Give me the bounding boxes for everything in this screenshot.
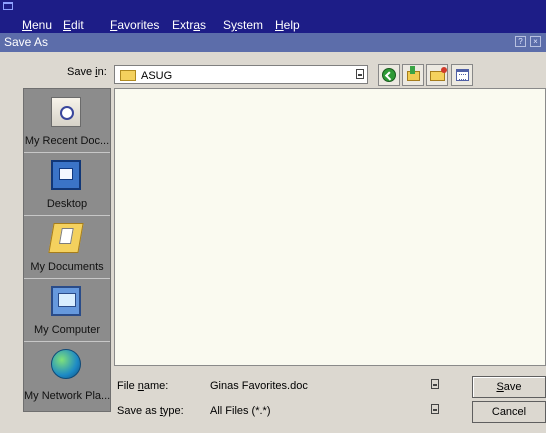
folder-icon	[120, 70, 136, 81]
place-my-computer[interactable]: My Computer	[24, 278, 110, 342]
save-in-dropdown[interactable]: ASUG	[114, 65, 368, 84]
menu-item-extras[interactable]: Extras	[172, 18, 206, 32]
help-icon[interactable]: ?	[515, 36, 526, 47]
recent-documents-icon	[51, 97, 81, 127]
network-places-icon	[51, 349, 81, 379]
my-documents-icon	[48, 223, 84, 253]
save-as-type-value: All Files (*.*)	[210, 405, 271, 417]
place-my-network-places[interactable]: My Network Pla...	[24, 341, 110, 411]
menu-item-help[interactable]: Help	[275, 18, 300, 32]
cancel-button[interactable]: Cancel	[472, 401, 546, 423]
place-label: My Network Pla...	[24, 390, 110, 402]
save-in-label: Save in:	[67, 66, 107, 78]
menu-bar: Menu Edit Favorites Extras System Help	[0, 0, 546, 33]
dropdown-arrow-icon[interactable]	[356, 69, 364, 79]
menu-item-favorites[interactable]: Favorites	[110, 18, 159, 32]
dropdown-arrow-icon[interactable]	[431, 404, 439, 414]
file-name-combo[interactable]: Ginas Favorites.doc	[205, 376, 445, 395]
save-in-value: ASUG	[141, 70, 173, 82]
new-folder-icon	[430, 67, 447, 81]
back-arrow-icon	[382, 68, 396, 82]
save-button[interactable]: Save	[472, 376, 546, 398]
place-label: My Computer	[33, 324, 101, 336]
place-label: My Documents	[30, 261, 104, 273]
menu-item-system[interactable]: System	[223, 18, 263, 32]
up-folder-icon	[407, 66, 420, 81]
view-menu-button[interactable]	[451, 64, 473, 86]
file-name-label: File name:	[117, 380, 169, 392]
place-label: Desktop	[46, 198, 88, 210]
place-my-documents[interactable]: My Documents	[24, 215, 110, 279]
system-menu-icon[interactable]	[3, 2, 13, 10]
file-list-area[interactable]	[114, 88, 546, 366]
view-menu-icon	[456, 69, 469, 81]
up-one-level-button[interactable]	[402, 64, 424, 86]
save-as-type-label: Save as type:	[117, 405, 184, 417]
dialog-title-bar: Save As ? ×	[0, 33, 546, 52]
place-label: My Recent Doc...	[24, 135, 110, 147]
save-as-type-dropdown[interactable]: All Files (*.*)	[205, 401, 445, 420]
desktop-icon	[51, 160, 81, 190]
place-my-recent-documents[interactable]: My Recent Doc...	[24, 89, 110, 153]
my-computer-icon	[51, 286, 81, 316]
place-desktop[interactable]: Desktop	[24, 152, 110, 216]
menu-item-edit[interactable]: Edit	[63, 18, 84, 32]
places-bar: My Recent Doc... Desktop My Documents My…	[23, 88, 111, 412]
close-icon[interactable]: ×	[530, 36, 541, 47]
menu-item-menu[interactable]: Menu	[22, 18, 52, 32]
dialog-title: Save As	[4, 35, 49, 49]
back-button[interactable]	[378, 64, 400, 86]
file-name-value[interactable]: Ginas Favorites.doc	[210, 380, 308, 392]
create-new-folder-button[interactable]	[426, 64, 448, 86]
dropdown-arrow-icon[interactable]	[431, 379, 439, 389]
